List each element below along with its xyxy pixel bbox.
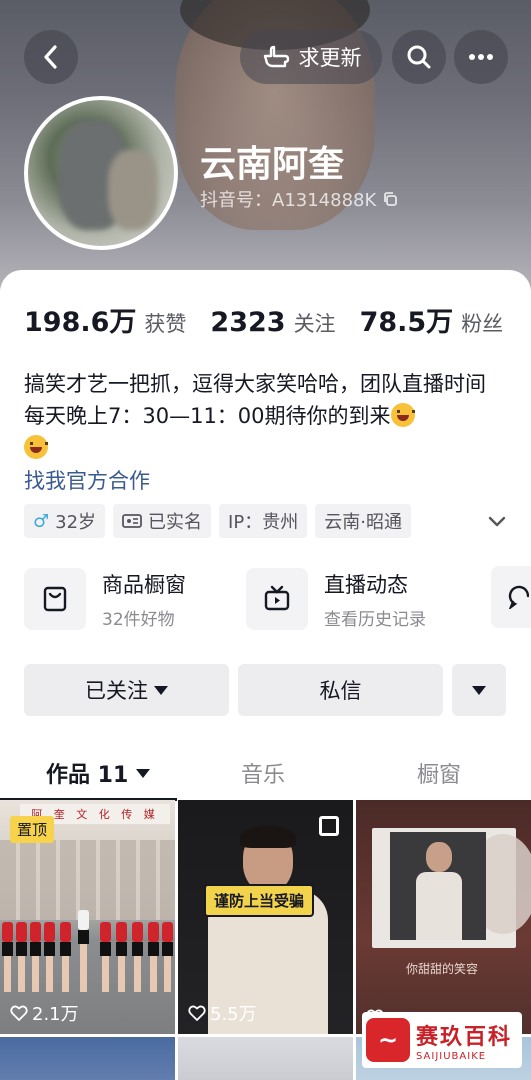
tab-showcase[interactable]: 橱窗 (417, 746, 461, 800)
service-live-updates[interactable]: 直播动态 查看历史记录 (246, 566, 450, 632)
tab-works[interactable]: 作品 11 (46, 746, 151, 800)
official-cooperation-link[interactable]: 找我官方合作 (24, 465, 150, 495)
video-likes: 2.1万 (10, 1000, 79, 1026)
tab-label: 音乐 (241, 763, 286, 788)
followed-button[interactable]: 已关注 (24, 664, 229, 716)
watermark-logo-icon: ~ (366, 1018, 410, 1062)
avatar[interactable] (24, 96, 178, 250)
more-icon (469, 54, 493, 60)
stat-label: 粉丝 (461, 312, 504, 336)
stat-label: 获赞 (144, 312, 187, 336)
more-actions-button[interactable] (452, 664, 506, 716)
video-likes: 5.5万 (188, 1000, 257, 1026)
male-icon: ♂ (33, 510, 50, 532)
pinned-badge: 置顶 (10, 816, 55, 843)
tv-icon (264, 585, 290, 611)
service-title: 商品橱窗 (102, 572, 186, 597)
heart-icon (188, 1005, 206, 1021)
multi-image-icon (319, 816, 339, 836)
video-tile[interactable]: 你甜甜的笑容 (356, 800, 531, 1034)
service-shop-window[interactable]: 商品橱窗 32件好物 (24, 566, 228, 632)
tab-music[interactable]: 音乐 (241, 746, 285, 800)
bio: 搞笑才艺一把抓，逗得大家笑哈哈，团队直播时间每天晚上7：30—11：00期待你的… (24, 368, 504, 464)
video-tile[interactable]: 阿 奎 文 化 传 媒 置顶 2.1万 (0, 800, 175, 1034)
stat-followers[interactable]: 78.5万 粉丝 (360, 300, 504, 339)
stat-likes[interactable]: 198.6万 获赞 (24, 300, 186, 339)
service-subtitle: 查看历史记录 (324, 609, 426, 630)
profile-tags: ♂ 32岁 已实名 IP：贵州 云南·昭通 (24, 504, 411, 538)
ip-tag: IP：贵州 (219, 504, 308, 538)
video-tile[interactable] (178, 1037, 353, 1080)
more-button[interactable] (454, 30, 508, 84)
watermark-en: SAIJIUBAIKE (416, 1050, 487, 1062)
bio-text: 搞笑才艺一把抓，逗得大家笑哈哈，团队直播时间每天晚上7：30—11：00期待你的… (24, 372, 486, 428)
id-card-icon (122, 514, 142, 528)
watermark-zh: 赛玖百科 (416, 1024, 513, 1050)
services-row: 商品橱窗 32件好物 直播动态 查看历史记录 (24, 566, 531, 632)
stat-label: 关注 (293, 312, 336, 336)
profile-name: 云南阿奎 (200, 144, 345, 185)
hand-point-icon (263, 45, 289, 68)
caret-down-icon (136, 768, 151, 778)
action-buttons: 已关注 私信 (24, 664, 506, 716)
grin-emoji-icon (24, 435, 48, 459)
shopping-bag-icon (43, 586, 67, 612)
grin-emoji-icon (390, 403, 415, 427)
likes-count: 2.1万 (32, 1004, 79, 1025)
stats-row: 198.6万 获赞 2323 关注 78.5万 粉丝 (24, 300, 527, 339)
likes-count: 5.5万 (210, 1004, 257, 1025)
service-more-peek[interactable] (491, 566, 531, 628)
caret-down-icon (472, 685, 486, 695)
profile-banner: 求更新 云南阿奎 抖音号：A1314888K (0, 0, 531, 290)
search-button[interactable] (392, 30, 446, 84)
video-tile[interactable] (0, 1037, 175, 1080)
tab-label: 橱窗 (417, 763, 462, 788)
caret-down-icon (154, 685, 168, 695)
message-button[interactable]: 私信 (238, 664, 443, 716)
age-text: 32岁 (55, 512, 97, 533)
chat-bubble-icon (508, 585, 529, 609)
profile-card: 198.6万 获赞 2323 关注 78.5万 粉丝 搞笑才艺一把抓，逗得大家笑… (0, 270, 531, 1080)
service-title: 直播动态 (324, 572, 408, 597)
video-tile[interactable]: 谨防上当受骗 5.5万 (178, 800, 353, 1034)
douyin-id[interactable]: 抖音号：A1314888K (200, 186, 398, 212)
heart-icon (10, 1005, 28, 1021)
service-subtitle: 32件好物 (102, 609, 175, 630)
stat-following[interactable]: 2323 关注 (210, 307, 335, 338)
stat-value: 2323 (210, 307, 286, 338)
message-label: 私信 (319, 679, 362, 703)
search-icon (407, 45, 431, 69)
verified-tag: 已实名 (113, 504, 212, 538)
location-tag: 云南·昭通 (315, 504, 411, 538)
stat-value: 198.6万 (24, 307, 137, 338)
watermark: ~ 赛玖百科 SAIJIUBAIKE (362, 1012, 522, 1068)
request-update-button[interactable]: 求更新 (240, 30, 382, 84)
chevron-down-icon[interactable] (486, 510, 508, 532)
age-tag: ♂ 32岁 (24, 504, 106, 538)
video-caption: 谨防上当受骗 (204, 884, 315, 917)
verified-text: 已实名 (148, 512, 203, 533)
tab-label: 作品 11 (46, 763, 129, 788)
chevron-left-icon (44, 45, 57, 69)
back-button[interactable] (24, 30, 78, 84)
copy-icon[interactable] (382, 191, 398, 207)
request-update-label: 求更新 (298, 46, 362, 70)
followed-label: 已关注 (85, 679, 148, 703)
stat-value: 78.5万 (359, 307, 454, 338)
cover-text: 你甜甜的笑容 (406, 962, 479, 976)
douyin-id-text: 抖音号：A1314888K (200, 190, 377, 211)
content-tabs: 作品 11 音乐 橱窗 (0, 746, 531, 801)
